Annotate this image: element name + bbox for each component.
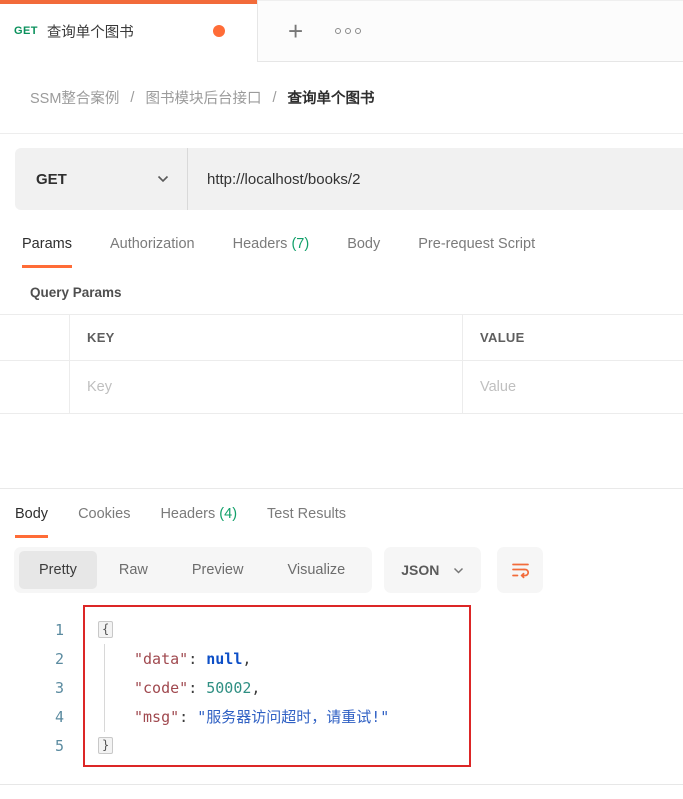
json-value-null: null bbox=[206, 649, 243, 668]
row-select-cell bbox=[0, 361, 70, 413]
breadcrumb-separator: / bbox=[272, 89, 277, 106]
view-preview[interactable]: Preview bbox=[170, 551, 266, 589]
breadcrumb-separator: / bbox=[130, 89, 135, 106]
view-raw[interactable]: Raw bbox=[97, 551, 170, 589]
line-number: 4 bbox=[54, 707, 64, 726]
line-number: 5 bbox=[54, 736, 64, 755]
line-number: 3 bbox=[54, 678, 64, 697]
response-tabs: Body Cookies Headers (4) Test Results bbox=[0, 489, 683, 538]
line-number: 2 bbox=[54, 649, 64, 668]
tab-method-badge: GET bbox=[14, 25, 38, 37]
query-params-table: KEY VALUE bbox=[0, 314, 683, 414]
json-value-number: 50002 bbox=[206, 678, 252, 697]
table-header-row: KEY VALUE bbox=[0, 315, 683, 360]
format-select-value: JSON bbox=[401, 562, 440, 578]
json-colon: : bbox=[188, 649, 207, 668]
select-column-header bbox=[0, 315, 70, 360]
tab-strip: GET 查询单个图书 + bbox=[0, 0, 683, 62]
tab-body[interactable]: Body bbox=[347, 236, 380, 268]
fold-toggle-icon[interactable]: } bbox=[98, 737, 114, 754]
response-tab-headers[interactable]: Headers (4) bbox=[160, 506, 237, 538]
wrap-lines-button[interactable] bbox=[497, 547, 544, 593]
json-colon: : bbox=[179, 707, 198, 726]
response-headers-count-badge: (4) bbox=[219, 506, 238, 522]
view-switcher: Pretty Raw Preview Visualize bbox=[14, 547, 373, 593]
json-key: "msg" bbox=[134, 707, 180, 726]
code-line: 4 "msg": "服务器访问超时，请重试!" bbox=[0, 702, 683, 731]
code-line: 1 { bbox=[0, 615, 683, 644]
json-key: "code" bbox=[134, 678, 189, 697]
response-body-viewer[interactable]: 1 { 2 "data": null, 3 "code": 50002, 4 "… bbox=[0, 593, 683, 767]
unsaved-dot-icon bbox=[213, 25, 225, 37]
chevron-down-icon bbox=[157, 175, 169, 183]
json-comma: , bbox=[242, 649, 252, 668]
code-line: 5 } bbox=[0, 731, 683, 760]
fold-toggle-icon[interactable]: { bbox=[98, 621, 114, 638]
table-row bbox=[0, 360, 683, 413]
response-toolbar: Pretty Raw Preview Visualize JSON bbox=[14, 547, 683, 593]
breadcrumb-item-folder[interactable]: 图书模块后台接口 bbox=[145, 87, 261, 108]
chevron-down-icon bbox=[454, 567, 464, 574]
view-visualize[interactable]: Visualize bbox=[265, 551, 367, 589]
response-headers-label: Headers bbox=[160, 506, 216, 522]
method-select[interactable]: GET bbox=[15, 148, 187, 210]
line-number: 1 bbox=[54, 620, 64, 639]
new-tab-button[interactable]: + bbox=[288, 18, 303, 44]
tab-pre-request-script[interactable]: Pre-request Script bbox=[418, 236, 535, 268]
tab-headers[interactable]: Headers (7) bbox=[233, 236, 310, 268]
code-line: 2 "data": null, bbox=[0, 644, 683, 673]
tab-params[interactable]: Params bbox=[22, 236, 72, 268]
wrap-lines-icon bbox=[512, 563, 529, 578]
tab-authorization[interactable]: Authorization bbox=[110, 236, 195, 268]
request-tab[interactable]: GET 查询单个图书 bbox=[0, 0, 258, 62]
breadcrumb-item-collection[interactable]: SSM整合案例 bbox=[30, 87, 119, 108]
url-input[interactable] bbox=[188, 148, 683, 210]
tab-strip-rest: + bbox=[258, 0, 683, 62]
response-tab-body[interactable]: Body bbox=[15, 506, 49, 538]
bottom-divider bbox=[0, 784, 683, 785]
tab-title: 查询单个图书 bbox=[46, 24, 134, 41]
json-key: "data" bbox=[134, 649, 189, 668]
json-comma: , bbox=[251, 678, 261, 697]
query-params-title: Query Params bbox=[30, 285, 122, 300]
response-tab-test-results[interactable]: Test Results bbox=[267, 506, 346, 538]
headers-count-badge: (7) bbox=[291, 236, 310, 252]
value-column-header: VALUE bbox=[480, 330, 525, 345]
param-value-input[interactable] bbox=[480, 379, 673, 395]
breadcrumb-item-request: 查询单个图书 bbox=[287, 91, 375, 107]
more-options-icon[interactable] bbox=[335, 28, 362, 34]
param-key-input[interactable] bbox=[87, 379, 444, 395]
breadcrumb: SSM整合案例 / 图书模块后台接口 / 查询单个图书 bbox=[0, 62, 683, 134]
json-colon: : bbox=[188, 678, 207, 697]
view-pretty[interactable]: Pretty bbox=[19, 551, 97, 589]
request-bar: GET bbox=[15, 148, 683, 210]
request-tabs: Params Authorization Headers (7) Body Pr… bbox=[0, 236, 683, 268]
json-value-string: "服务器访问超时，请重试!" bbox=[197, 708, 390, 726]
method-select-value: GET bbox=[36, 170, 67, 188]
tab-headers-label: Headers bbox=[232, 236, 288, 252]
format-select[interactable]: JSON bbox=[384, 547, 482, 593]
response-tab-cookies[interactable]: Cookies bbox=[78, 506, 130, 538]
code-line: 3 "code": 50002, bbox=[0, 673, 683, 702]
indent-guide-line bbox=[104, 644, 105, 732]
key-column-header: KEY bbox=[87, 330, 115, 345]
